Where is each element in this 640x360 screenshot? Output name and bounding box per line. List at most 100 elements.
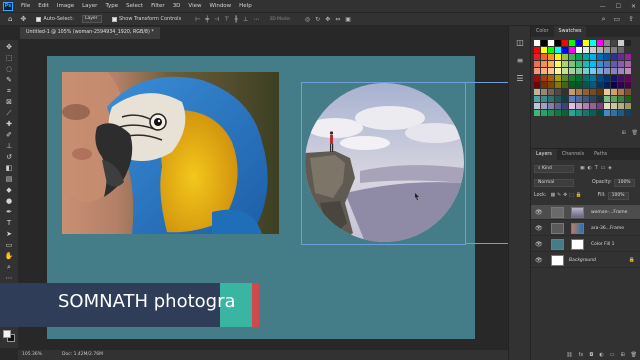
menu-3d[interactable]: 3D <box>173 3 181 9</box>
share-icon[interactable]: ⇪ <box>628 15 634 24</box>
menu-layer[interactable]: Layer <box>82 3 97 9</box>
color-swatch[interactable] <box>590 68 596 74</box>
zoom-tool-icon[interactable]: ⌕ <box>2 262 16 273</box>
color-swatch[interactable] <box>562 103 568 109</box>
color-swatch[interactable] <box>597 82 603 88</box>
color-swatch[interactable] <box>604 96 610 102</box>
color-swatch[interactable] <box>604 89 610 95</box>
delete-swatch-icon[interactable]: 🗑 <box>632 130 638 138</box>
artboard-tool-icon[interactable]: ⬚ <box>2 53 16 64</box>
menu-help[interactable]: Help <box>239 3 252 9</box>
color-swatch[interactable] <box>590 103 596 109</box>
visibility-eye-icon[interactable]: 👁 <box>535 209 543 216</box>
color-swatch[interactable] <box>569 54 575 60</box>
tab-channels[interactable]: Channels <box>557 149 589 160</box>
color-swatch[interactable] <box>618 82 624 88</box>
color-swatch[interactable] <box>625 54 631 60</box>
color-swatch[interactable] <box>555 40 561 46</box>
color-swatch[interactable] <box>541 103 547 109</box>
menu-image[interactable]: Image <box>57 3 74 9</box>
color-swatch[interactable] <box>583 96 589 102</box>
align-middle-icon[interactable]: ╫ <box>235 16 239 23</box>
frame-tool-icon[interactable]: ⊠ <box>2 97 16 108</box>
color-swatch[interactable] <box>590 110 596 116</box>
menu-filter[interactable]: Filter <box>151 3 165 9</box>
dodge-tool-icon[interactable]: ● <box>2 196 16 207</box>
color-swatch[interactable] <box>618 68 624 74</box>
color-swatch[interactable] <box>625 61 631 67</box>
lasso-tool-icon[interactable]: ◌ <box>2 64 16 75</box>
color-swatch[interactable] <box>583 61 589 67</box>
color-swatch[interactable] <box>555 61 561 67</box>
color-swatch[interactable] <box>548 110 554 116</box>
color-swatch[interactable] <box>625 82 631 88</box>
color-swatch[interactable] <box>534 68 540 74</box>
auto-select-checkbox[interactable] <box>36 16 42 22</box>
color-swatch[interactable] <box>625 110 631 116</box>
color-swatch[interactable] <box>534 54 540 60</box>
color-swatch[interactable] <box>576 47 582 53</box>
color-swatch[interactable] <box>569 103 575 109</box>
new-group-icon[interactable]: ▭ <box>610 351 615 360</box>
add-mask-icon[interactable]: ◘ <box>589 351 593 360</box>
color-swatch[interactable] <box>555 96 561 102</box>
history-panel-icon[interactable]: ◫ <box>509 34 531 52</box>
color-swatch[interactable] <box>604 75 610 81</box>
color-swatch[interactable] <box>611 68 617 74</box>
color-swatch[interactable] <box>625 68 631 74</box>
color-swatch[interactable] <box>548 82 554 88</box>
brush-tool-icon[interactable]: ✐ <box>2 130 16 141</box>
color-swatch[interactable] <box>548 96 554 102</box>
hand-tool-icon[interactable]: ✋ <box>2 251 16 262</box>
color-swatch[interactable] <box>569 96 575 102</box>
color-swatch[interactable] <box>562 82 568 88</box>
tab-layers[interactable]: Layers <box>531 149 557 160</box>
color-swatch[interactable] <box>534 96 540 102</box>
color-swatch[interactable] <box>569 47 575 53</box>
show-transform-checkbox[interactable] <box>111 16 117 22</box>
color-swatch[interactable] <box>576 68 582 74</box>
color-swatch[interactable] <box>604 61 610 67</box>
color-swatch[interactable] <box>576 103 582 109</box>
color-swatch[interactable] <box>604 110 610 116</box>
color-swatch[interactable] <box>597 47 603 53</box>
orbit-icon[interactable]: ◎ <box>305 16 310 23</box>
color-swatch[interactable] <box>618 47 624 53</box>
align-bottom-icon[interactable]: ⊥ <box>243 16 248 23</box>
menu-type[interactable]: Type <box>105 3 118 9</box>
color-swatch[interactable] <box>576 82 582 88</box>
color-swatch[interactable] <box>604 68 610 74</box>
color-swatch[interactable] <box>583 40 589 46</box>
layer-row[interactable]: 👁 ara-36...Frame <box>531 221 640 236</box>
color-swatch[interactable] <box>597 61 603 67</box>
color-swatch[interactable] <box>590 96 596 102</box>
color-swatch[interactable] <box>555 47 561 53</box>
color-swatch[interactable] <box>590 54 596 60</box>
color-swatch[interactable] <box>611 75 617 81</box>
color-swatch[interactable] <box>625 96 631 102</box>
color-swatch[interactable] <box>625 103 631 109</box>
color-swatch[interactable] <box>604 54 610 60</box>
color-swatch[interactable] <box>555 75 561 81</box>
color-swatch[interactable] <box>590 75 596 81</box>
color-swatch[interactable] <box>534 75 540 81</box>
color-swatch[interactable] <box>597 110 603 116</box>
color-swatch[interactable] <box>541 61 547 67</box>
menu-select[interactable]: Select <box>126 3 143 9</box>
color-swatch[interactable] <box>555 89 561 95</box>
pen-tool-icon[interactable]: ✒ <box>2 207 16 218</box>
menu-edit[interactable]: Edit <box>38 3 49 9</box>
color-swatch[interactable] <box>604 40 610 46</box>
color-swatch[interactable] <box>541 68 547 74</box>
color-swatch[interactable] <box>597 68 603 74</box>
color-swatch[interactable] <box>604 47 610 53</box>
color-swatch[interactable] <box>562 54 568 60</box>
color-swatch[interactable] <box>555 54 561 60</box>
color-swatch[interactable] <box>583 89 589 95</box>
color-swatch[interactable] <box>597 96 603 102</box>
visibility-eye-icon[interactable]: 👁 <box>535 257 543 264</box>
color-swatch[interactable] <box>569 110 575 116</box>
color-swatch[interactable] <box>548 47 554 53</box>
color-swatch[interactable] <box>618 61 624 67</box>
color-swatch[interactable] <box>583 68 589 74</box>
